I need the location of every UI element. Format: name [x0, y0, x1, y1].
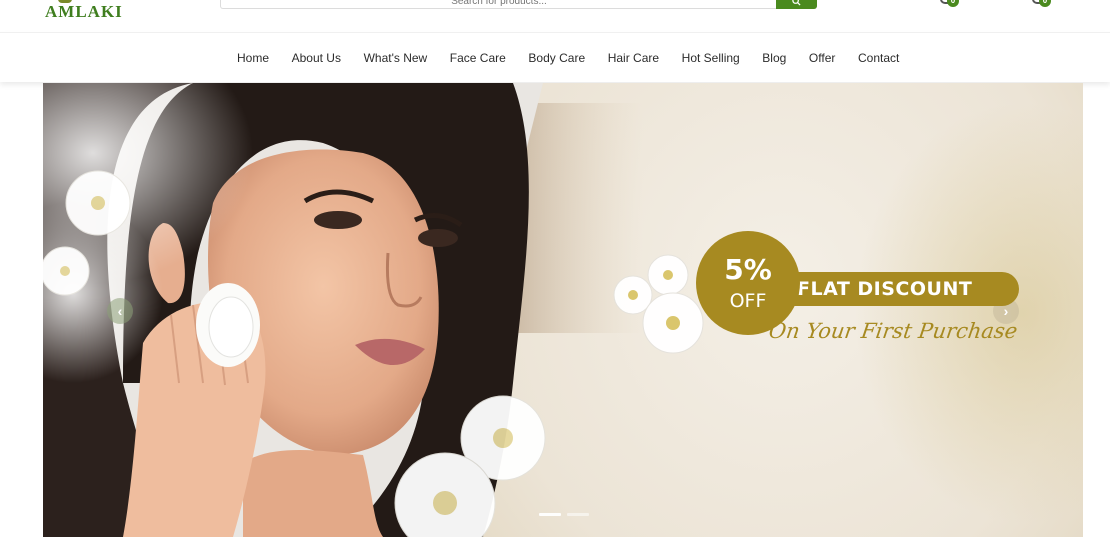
slider-dot[interactable]	[567, 513, 589, 516]
wishlist-count: 0	[947, 0, 959, 7]
nav-item-contact[interactable]: Contact	[858, 51, 899, 65]
hero-slider: ‹ › FLAT DISCOUNT 5% OFF On Your First P…	[43, 83, 1083, 537]
cart-count: 0	[1039, 0, 1051, 7]
header-top: AMLAKI 0 0	[0, 0, 1110, 32]
wishlist-button[interactable]: 0	[940, 0, 1000, 8]
nav-item-offer[interactable]: Offer	[809, 51, 835, 65]
discount-percent: 5%	[724, 253, 772, 286]
slider-dot[interactable]	[539, 513, 561, 516]
discount-headline: FLAT DISCOUNT	[797, 278, 973, 300]
nav-item-face-care[interactable]: Face Care	[450, 51, 506, 65]
cart-button[interactable]: 0	[1032, 0, 1092, 8]
nav-item-hair-care[interactable]: Hair Care	[608, 51, 659, 65]
search-icon	[792, 0, 801, 6]
main-nav: Home About Us What's New Face Care Body …	[0, 32, 1110, 82]
nav-item-about-us[interactable]: About Us	[292, 51, 341, 65]
hero-photo	[43, 83, 704, 537]
slider-prev-button[interactable]: ‹	[107, 298, 133, 324]
site-logo[interactable]: AMLAKI	[45, 2, 123, 22]
slider-pagination	[539, 513, 595, 516]
nav-item-hot-selling[interactable]: Hot Selling	[682, 51, 740, 65]
nav-item-home[interactable]: Home	[237, 51, 269, 65]
chevron-left-icon: ‹	[117, 303, 123, 319]
chevron-right-icon: ›	[1003, 303, 1009, 319]
nav-item-whats-new[interactable]: What's New	[364, 51, 428, 65]
discount-ribbon: FLAT DISCOUNT	[785, 272, 1019, 306]
search-input[interactable]	[221, 0, 777, 8]
nav-item-blog[interactable]: Blog	[762, 51, 786, 65]
search-button[interactable]	[776, 0, 817, 9]
discount-off-label: OFF	[729, 290, 767, 312]
nav-menu: Home About Us What's New Face Care Body …	[237, 51, 922, 65]
search-bar	[220, 0, 817, 9]
nav-item-body-care[interactable]: Body Care	[528, 51, 585, 65]
discount-subline: On Your First Purchase	[767, 319, 1019, 343]
